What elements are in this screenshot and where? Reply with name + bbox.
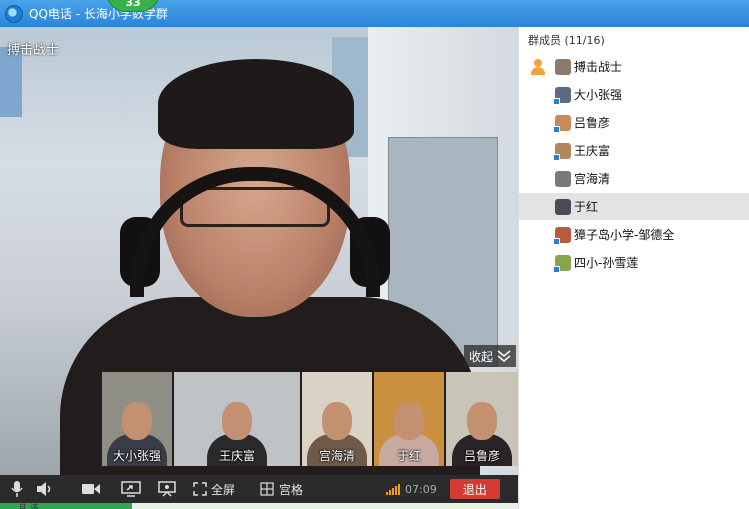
members-panel-title: 群成员 (11/16) — [528, 34, 605, 47]
participant-thumbnails: 大小张强 王庆富 宫海清 于红 吕鲁彦 — [102, 372, 518, 466]
camera-icon[interactable] — [81, 475, 101, 503]
member-name: 四小-孙雪莲 — [574, 256, 639, 270]
fullscreen-icon[interactable] — [192, 475, 208, 503]
speaker-icon[interactable] — [36, 475, 54, 503]
thumbnail-face — [322, 402, 352, 440]
thumbnail-face — [122, 402, 152, 440]
thumbnail-face — [467, 402, 497, 440]
speaker-hair — [158, 59, 354, 149]
avatar — [555, 198, 571, 215]
thumbnail-name: 吕鲁彦 — [463, 449, 500, 463]
thumbnail-3[interactable]: 于红 — [374, 372, 444, 466]
avatar — [555, 170, 571, 187]
screen-share-icon[interactable] — [121, 475, 141, 503]
collapse-label: 收起 — [468, 349, 493, 364]
member-row-2[interactable]: 吕鲁彦 — [519, 109, 749, 136]
presentation-icon[interactable] — [157, 475, 177, 503]
thumbnail-name: 王庆富 — [218, 449, 255, 463]
avatar — [553, 86, 571, 105]
thumbnail-0[interactable]: 大小张强 — [102, 372, 172, 466]
thumbnail-name: 大小张强 — [112, 449, 161, 463]
member-name: 搏击战士 — [574, 60, 623, 74]
device-icon — [553, 237, 560, 245]
avatar — [553, 254, 571, 273]
thumbnail-face — [222, 402, 252, 440]
member-name: 宫海清 — [574, 172, 611, 186]
qq-logo-icon — [5, 4, 23, 23]
avatar — [555, 58, 571, 75]
device-icon — [553, 97, 560, 105]
member-name: 吕鲁彦 — [574, 116, 611, 130]
device-icon — [553, 125, 560, 133]
thumbnail-1[interactable]: 王庆富 — [174, 372, 300, 466]
thumbnail-4[interactable]: 吕鲁彦 — [446, 372, 518, 466]
thumbnail-name: 宫海清 — [318, 449, 355, 463]
call-timer: 07:09 — [405, 482, 437, 496]
double-chevron-down-icon — [497, 350, 511, 362]
thumbnail-name: 于红 — [396, 449, 421, 463]
avatar — [553, 226, 571, 245]
call-toolbar: 全屏 宫格 07:09 退出 — [0, 475, 518, 503]
signal-strength-icon — [386, 483, 401, 495]
status-bar: 且 该 — [0, 503, 518, 509]
grid-icon[interactable] — [259, 475, 275, 503]
member-row-7[interactable]: 四小-孙雪莲 — [519, 249, 749, 276]
exit-button[interactable]: 退出 — [449, 479, 500, 499]
avatar — [553, 114, 571, 133]
members-panel: 群成员 (11/16) 搏击战士 大小张强 吕鲁彦 王庆富 宫海清 于红 獐子岛… — [518, 27, 749, 509]
host-icon — [530, 58, 546, 75]
microphone-icon[interactable] — [8, 475, 26, 503]
avatar — [553, 142, 571, 161]
speaker-name-label: 搏击战士 — [7, 43, 60, 58]
member-name: 大小张强 — [574, 88, 623, 102]
member-row-3[interactable]: 王庆富 — [519, 137, 749, 164]
thumbnail-face — [394, 402, 424, 440]
title-bar: QQ电话 - 长海小学数学群 33 — [0, 0, 749, 27]
device-icon — [553, 153, 560, 161]
member-name: 于红 — [574, 200, 599, 214]
fullscreen-label[interactable]: 全屏 — [211, 481, 235, 498]
member-row-4[interactable]: 宫海清 — [519, 165, 749, 192]
status-text: 且 该 — [18, 504, 39, 509]
member-row-0[interactable]: 搏击战士 — [519, 53, 749, 80]
device-icon — [553, 265, 560, 273]
collapse-button[interactable]: 收起 — [464, 345, 516, 367]
thumbnail-2[interactable]: 宫海清 — [302, 372, 372, 466]
member-name: 王庆富 — [574, 144, 611, 158]
member-row-1[interactable]: 大小张强 — [519, 81, 749, 108]
member-name: 獐子岛小学-邹德全 — [574, 228, 675, 242]
grid-label[interactable]: 宫格 — [279, 481, 303, 498]
member-row-6[interactable]: 獐子岛小学-邹德全 — [519, 221, 749, 248]
member-row-5[interactable]: 于红 — [519, 193, 749, 220]
